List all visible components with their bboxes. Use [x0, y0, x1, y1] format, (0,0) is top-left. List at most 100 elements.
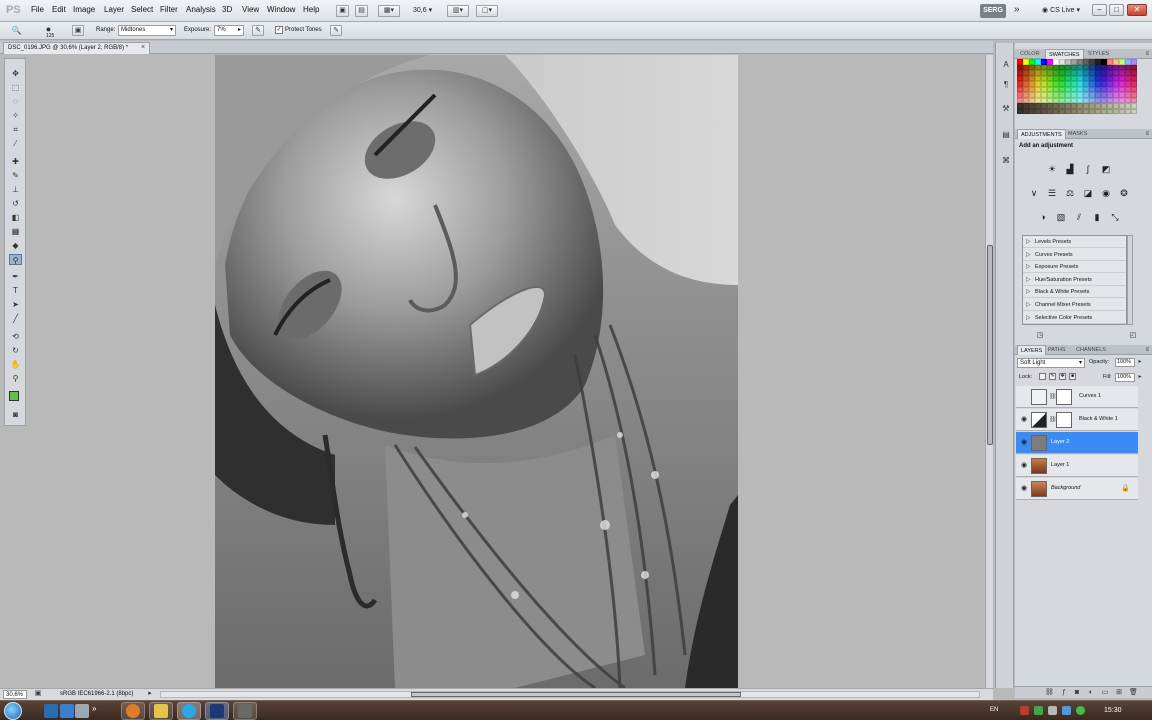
- status-menu-arrow-icon[interactable]: ▸: [146, 689, 154, 699]
- eye-icon[interactable]: ◉: [1020, 485, 1028, 493]
- add-mask-icon[interactable]: ◙: [1073, 688, 1081, 697]
- preset-exposure[interactable]: ▷ Exposure Presets: [1023, 261, 1126, 274]
- brush-panel-icon[interactable]: ▣: [72, 25, 84, 36]
- menu-analysis[interactable]: Analysis: [186, 5, 216, 14]
- posterize-icon[interactable]: ▧: [1055, 211, 1067, 223]
- opacity-field[interactable]: 100%: [1115, 358, 1135, 367]
- lock-all-icon[interactable]: ■: [1069, 373, 1076, 380]
- range-select[interactable]: Midtones ▾: [118, 25, 176, 36]
- character-panel-icon[interactable]: A: [1000, 59, 1012, 71]
- new-adjustment-icon[interactable]: ◐: [1087, 688, 1095, 697]
- hand-tool-icon[interactable]: ✋: [9, 359, 22, 370]
- tray-antivirus-icon[interactable]: [1020, 706, 1029, 715]
- eye-icon[interactable]: ◉: [1020, 439, 1028, 447]
- crop-tool-icon[interactable]: ⌗: [9, 124, 22, 135]
- new-group-icon[interactable]: ▭: [1101, 688, 1109, 697]
- eyedropper-tool-icon[interactable]: ⁄: [9, 138, 22, 149]
- tab-color[interactable]: COLOR: [1017, 49, 1043, 59]
- workspace-button[interactable]: SERG: [980, 4, 1006, 18]
- layer-row-layer-2[interactable]: ◉ Layer 2: [1016, 432, 1138, 454]
- pen-tool-icon[interactable]: ✒: [9, 271, 22, 282]
- eye-icon[interactable]: ◉: [1020, 462, 1028, 470]
- panel-menu-icon[interactable]: ≡: [1145, 129, 1149, 139]
- adjustment-options-icon[interactable]: ◰: [1127, 330, 1139, 342]
- tab-channels[interactable]: CHANNELS: [1073, 345, 1109, 355]
- panel-menu-icon[interactable]: ≡: [1145, 49, 1149, 59]
- scrollbar-thumb[interactable]: [987, 245, 993, 445]
- tray-network-icon[interactable]: [1048, 706, 1057, 715]
- menu-edit[interactable]: Edit: [52, 5, 66, 14]
- type-tool-icon[interactable]: T: [9, 285, 22, 296]
- photo-filter-icon[interactable]: ◉: [1100, 187, 1112, 199]
- start-button[interactable]: [4, 702, 22, 720]
- 3d-rotate-tool-icon[interactable]: ⟲: [9, 331, 22, 342]
- menu-help[interactable]: Help: [303, 5, 319, 14]
- arrange-documents-icon[interactable]: ▥▾: [447, 5, 469, 17]
- language-indicator[interactable]: EN: [990, 707, 998, 713]
- quick-select-tool-icon[interactable]: ✧: [9, 110, 22, 121]
- zoom-tool-icon[interactable]: ⚲: [9, 373, 22, 384]
- explorer-icon[interactable]: [75, 704, 89, 718]
- menu-layer[interactable]: Layer: [104, 5, 124, 14]
- presets-scrollbar[interactable]: [1127, 235, 1133, 325]
- new-layer-icon[interactable]: ⊞: [1115, 688, 1123, 697]
- dodge-tool-icon[interactable]: ⚲: [9, 254, 22, 265]
- layer-row-background[interactable]: ◉ Background 🔒: [1016, 478, 1138, 500]
- clone-stamp-tool-icon[interactable]: ⊥: [9, 184, 22, 195]
- panel-menu-icon[interactable]: ≡: [1145, 345, 1149, 355]
- gradient-tool-icon[interactable]: ▦: [9, 226, 22, 237]
- 3d-orbit-tool-icon[interactable]: ↻: [9, 345, 22, 356]
- preset-selective-color[interactable]: ▷ Selective Color Presets: [1023, 312, 1126, 324]
- path-select-tool-icon[interactable]: ➤: [9, 299, 22, 310]
- layer-mask-thumbnail[interactable]: [1056, 389, 1072, 405]
- menu-3d[interactable]: 3D: [222, 5, 232, 14]
- paragraph-panel-icon[interactable]: ¶: [1000, 79, 1012, 91]
- ie-icon[interactable]: [60, 704, 74, 718]
- levels-icon[interactable]: ▟: [1064, 163, 1076, 175]
- history-brush-tool-icon[interactable]: ↺: [9, 198, 22, 209]
- black-white-icon[interactable]: ◪: [1082, 187, 1094, 199]
- swatches-grid[interactable]: [1017, 59, 1139, 116]
- preset-hue-saturation[interactable]: ▷ Hue/Saturation Presets: [1023, 274, 1126, 286]
- menu-image[interactable]: Image: [73, 5, 95, 14]
- color-balance-icon[interactable]: ⚖: [1064, 187, 1076, 199]
- invert-icon[interactable]: ◑: [1037, 211, 1049, 223]
- tray-sync-icon[interactable]: [1076, 706, 1085, 715]
- pressure-icon[interactable]: ✎: [330, 25, 342, 36]
- preset-black-white[interactable]: ▷ Black & White Presets: [1023, 286, 1126, 299]
- more-quicklaunch-icon[interactable]: »: [92, 704, 106, 718]
- cs-live-button[interactable]: ◉ CS Live ▾: [1042, 6, 1080, 14]
- link-layers-icon[interactable]: ⛓: [1045, 688, 1054, 697]
- actions-panel-icon[interactable]: ⌘: [1000, 155, 1012, 167]
- menu-view[interactable]: View: [242, 5, 259, 14]
- menu-window[interactable]: Window: [267, 5, 295, 14]
- preset-curves[interactable]: ▷ Curves Presets: [1023, 249, 1126, 261]
- lock-transparency-icon[interactable]: [1039, 373, 1046, 380]
- show-desktop-icon[interactable]: [44, 704, 58, 718]
- curves-icon[interactable]: ∫: [1082, 163, 1094, 175]
- channel-mixer-icon[interactable]: ❂: [1118, 187, 1130, 199]
- lasso-tool-icon[interactable]: ◌: [9, 96, 22, 107]
- eye-icon[interactable]: ◉: [1020, 416, 1028, 424]
- tab-layers[interactable]: LAYERS: [1017, 345, 1047, 355]
- hue-saturation-icon[interactable]: ☰: [1046, 187, 1058, 199]
- view-extras-icon[interactable]: ▦▾: [378, 5, 400, 17]
- shape-tool-icon[interactable]: ╱: [9, 313, 22, 324]
- swatch[interactable]: [1131, 108, 1137, 114]
- preset-channel-mixer[interactable]: ▷ Channel Mixer Presets: [1023, 299, 1126, 311]
- status-info-icon[interactable]: ▣: [33, 689, 43, 699]
- tab-adjustments[interactable]: ADJUSTMENTS: [1017, 129, 1066, 139]
- zoom-field[interactable]: 30,6%: [3, 690, 27, 699]
- trash-icon[interactable]: 🗑: [1129, 688, 1138, 697]
- document-image[interactable]: [215, 55, 738, 688]
- canvas-area[interactable]: [0, 55, 993, 688]
- minimize-button[interactable]: –: [1092, 4, 1107, 16]
- tab-masks[interactable]: MASKS: [1065, 129, 1090, 139]
- fill-field[interactable]: 100%: [1115, 373, 1135, 382]
- tab-styles[interactable]: STYLES: [1085, 49, 1112, 59]
- maximize-button[interactable]: □: [1109, 4, 1124, 16]
- zoom-level-menu[interactable]: 30,6 ▾: [413, 6, 432, 14]
- chevron-right-icon[interactable]: ▸: [1136, 372, 1144, 382]
- menu-select[interactable]: Select: [131, 5, 153, 14]
- tab-swatches[interactable]: SWATCHES: [1045, 49, 1084, 59]
